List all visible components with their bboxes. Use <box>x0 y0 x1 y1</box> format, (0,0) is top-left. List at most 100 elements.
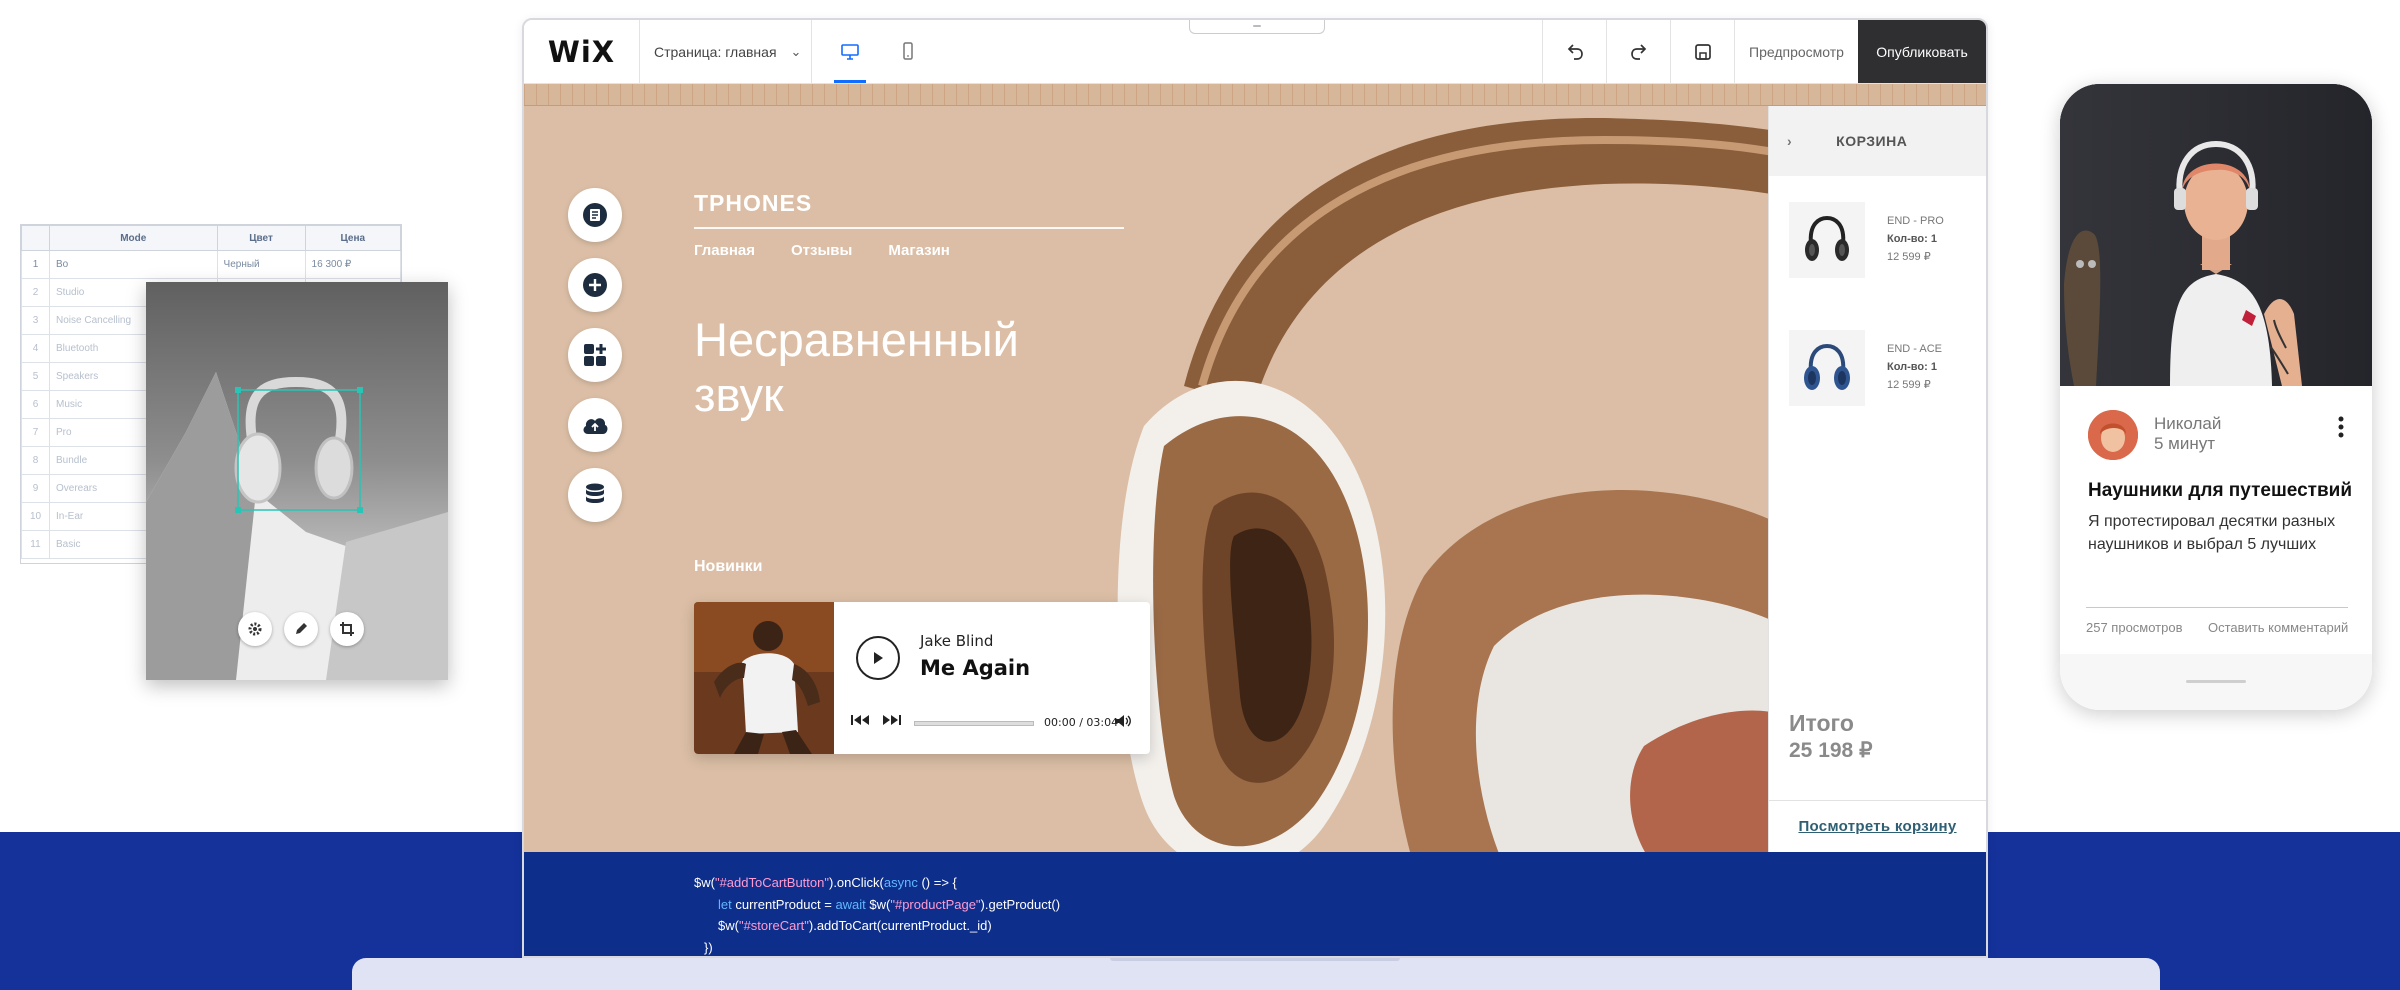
wix-editor-window: WiX Страница: главная ⌄ Предпросмотр Опу… <box>522 18 1988 958</box>
column-header[interactable]: Цвет <box>216 225 306 251</box>
cart-item-name: END - ACE <box>1887 343 1943 355</box>
code-panel[interactable]: $w("#addToCartButton").onClick(async () … <box>524 852 1986 956</box>
post-title[interactable]: Наушники для путешествий <box>2088 480 2352 502</box>
column-header[interactable]: Цена <box>304 225 402 251</box>
code-line: }) <box>704 939 713 955</box>
chevron-right-icon[interactable]: › <box>1787 133 1792 149</box>
cart-item[interactable]: END - PRO Кол-во: 1 12 599 ₽ <box>1789 202 1979 292</box>
code-token: $w( <box>718 918 739 933</box>
code-token: currentProduct = <box>731 896 836 912</box>
track-title: Me Again <box>920 656 1031 680</box>
next-track-icon[interactable] <box>880 714 902 726</box>
cart-title: КОРЗИНА <box>1836 133 1908 149</box>
database-icon[interactable] <box>568 468 622 522</box>
row-number: 6 <box>21 390 50 419</box>
ruler <box>524 84 1986 106</box>
view-cart-link[interactable]: Посмотреть корзину <box>1798 818 1956 835</box>
undo-icon <box>1567 43 1583 60</box>
nav-item-shop[interactable]: Магазин <box>888 242 950 259</box>
page-selector[interactable]: Страница: главная ⌄ <box>640 20 812 83</box>
cart-total-value: 25 198 ₽ <box>1789 739 1873 762</box>
settings-gear-icon[interactable] <box>238 612 272 646</box>
track-time: 00:00 / 03:04 <box>1044 716 1119 729</box>
pages-menu-icon[interactable] <box>568 188 622 242</box>
volume-icon[interactable] <box>1114 714 1132 728</box>
code-line: $w("#storeCart").addToCart(currentProduc… <box>694 915 1986 937</box>
cart-item-price: 12 599 ₽ <box>1887 251 1931 263</box>
row-number: 11 <box>21 530 50 559</box>
mobile-blog-preview: Николай 5 минут Наушники для путешествий… <box>2060 84 2372 710</box>
play-button[interactable] <box>856 636 900 680</box>
cart-header: › КОРЗИНА <box>1769 106 1986 176</box>
table-cell[interactable]: 16 300 ₽ <box>304 250 402 279</box>
cart-total-label: Итого <box>1789 710 1854 736</box>
blog-cover-photo <box>2060 84 2372 386</box>
row-number: 2 <box>21 278 50 307</box>
page-selector-label: Страница: главная <box>654 43 777 60</box>
image-edit-card[interactable] <box>146 282 448 680</box>
cart-item-qty: Кол-во: 1 <box>1887 361 1937 373</box>
add-apps-icon[interactable] <box>568 328 622 382</box>
code-token: $w( <box>694 875 715 890</box>
save-button[interactable] <box>1670 20 1734 83</box>
new-arrivals-label: Новинки <box>694 558 763 575</box>
views-count: 257 просмотров <box>2086 620 2183 635</box>
table-header-row: Mode Цвет Цена <box>21 225 402 251</box>
cart-item[interactable]: END - ACE Кол-во: 1 12 599 ₽ <box>1789 330 1979 420</box>
redo-icon <box>1630 43 1646 60</box>
row-number: 4 <box>21 334 50 363</box>
leave-comment-link[interactable]: Оставить комментарий <box>2208 620 2348 635</box>
desktop-view-button[interactable] <box>828 20 872 83</box>
row-number: 1 <box>21 250 50 279</box>
author-avatar[interactable] <box>2088 410 2138 460</box>
table-cell[interactable]: Bo <box>49 250 218 279</box>
desktop-icon <box>841 43 859 60</box>
cart-item-price: 12 599 ₽ <box>1887 379 1931 391</box>
cart-item-name: END - PRO <box>1887 215 1944 227</box>
code-token: "#storeCart" <box>738 918 809 933</box>
more-options-icon[interactable] <box>2338 416 2344 438</box>
redo-button[interactable] <box>1606 20 1670 83</box>
site-canvas[interactable]: TPHONES Главная Отзывы Магазин Несравнен… <box>524 106 1768 852</box>
header-divider <box>694 227 1124 229</box>
nav-item-reviews[interactable]: Отзывы <box>791 242 852 259</box>
add-element-icon[interactable] <box>568 258 622 312</box>
code-token: ).addToCart(currentProduct._id) <box>808 918 992 933</box>
previous-track-icon[interactable] <box>850 714 872 726</box>
pencil-icon[interactable] <box>284 612 318 646</box>
progress-bar[interactable] <box>914 721 1034 726</box>
table-row[interactable]: 1 Bo Черный 16 300 ₽ <box>21 250 402 279</box>
chevron-down-icon: ⌄ <box>790 43 802 59</box>
hero-heading: Несравненный звук <box>694 313 1019 421</box>
code-token: ).onClick( <box>828 875 884 890</box>
upload-cloud-icon[interactable] <box>568 398 622 452</box>
post-divider <box>2086 607 2348 608</box>
row-number: 8 <box>21 446 50 475</box>
editor-side-toolbar <box>568 188 622 522</box>
image-toolbar <box>238 612 364 646</box>
site-navigation: Главная Отзывы Магазин <box>694 242 950 259</box>
home-indicator <box>2186 680 2246 683</box>
headphones-hero-image <box>1117 117 1768 852</box>
site-brand-logo[interactable]: TPHONES <box>694 190 812 217</box>
mobile-view-button[interactable] <box>886 20 930 83</box>
crop-icon[interactable] <box>330 612 364 646</box>
row-number: 10 <box>21 502 50 531</box>
track-artist: Jake Blind <box>920 632 994 650</box>
code-token: () => { <box>917 875 957 890</box>
undo-button[interactable] <box>1542 20 1606 83</box>
author-name[interactable]: Николай <box>2154 414 2221 434</box>
code-token: await <box>835 896 866 912</box>
table-cell[interactable]: Черный <box>216 250 306 279</box>
cart-item-qty: Кол-во: 1 <box>1887 233 1937 245</box>
device-switcher <box>812 20 930 83</box>
code-token: ).getProduct() <box>980 896 1061 912</box>
runner-photo <box>694 602 834 754</box>
column-header[interactable]: Mode <box>49 225 218 251</box>
code-token: async <box>883 875 918 890</box>
publish-button[interactable]: Опубликовать <box>1858 20 1986 83</box>
row-number: 3 <box>21 306 50 335</box>
preview-button[interactable]: Предпросмотр <box>1734 20 1858 83</box>
play-icon <box>874 652 883 664</box>
nav-item-home[interactable]: Главная <box>694 242 755 259</box>
